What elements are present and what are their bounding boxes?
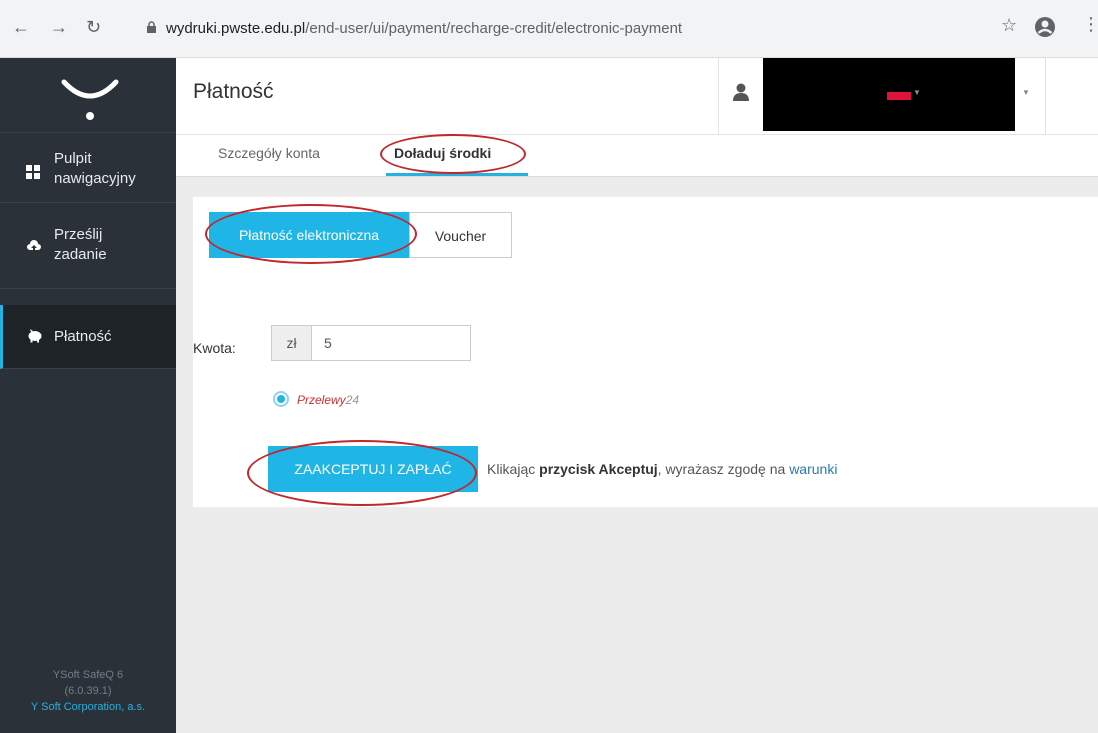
star-icon[interactable]: ☆ (1001, 15, 1017, 36)
user-menu[interactable]: ▼ (718, 58, 1046, 135)
dashboard-icon (26, 165, 40, 179)
user-icon (733, 83, 749, 101)
amount-field-group: zł (271, 325, 471, 361)
accept-and-pay-button[interactable]: ZAAKCEPTUJ I ZAPŁAĆ (268, 446, 478, 492)
reload-icon[interactable]: ↻ (86, 17, 101, 37)
page-title: Płatność (193, 80, 274, 103)
sidebar-footer: YSoft SafeQ 6 (6.0.39.1) Y Soft Corporat… (0, 667, 176, 715)
label-line2: nawigacyjny (54, 170, 136, 187)
currency-addon: zł (272, 326, 312, 360)
url-path: /end-user/ui/payment/recharge-credit/ele… (305, 20, 683, 37)
przelewy24-radio[interactable] (273, 391, 289, 407)
provider-name: Przelewy (297, 393, 346, 407)
label-line1: Prześlij (54, 226, 103, 243)
sidebar-item-label: Pulpit nawigacyjny (54, 149, 136, 189)
tab-top-up[interactable]: Doładuj środki (394, 145, 491, 161)
active-tab-indicator (386, 173, 528, 176)
chevron-down-icon: ▼ (1022, 88, 1030, 97)
terms-text: Klikając przycisk Akceptuj, wyrażasz zgo… (487, 461, 837, 477)
tab-bar: Szczegóły konta Doładuj środki (176, 135, 1098, 177)
payment-method-toggle: Płatność elektroniczna Voucher (209, 212, 512, 258)
product-name: YSoft SafeQ 6 (52, 669, 124, 681)
piggy-bank-icon (28, 329, 42, 343)
amount-input[interactable] (312, 326, 470, 360)
url-host: wydruki.pwste.edu.pl (166, 20, 306, 37)
payment-panel: Płatność elektroniczna Voucher Kwota: zł… (193, 197, 1098, 507)
amount-label: Kwota: (193, 340, 236, 356)
electronic-payment-button[interactable]: Płatność elektroniczna (209, 212, 409, 258)
label-line2: zadanie (54, 246, 107, 263)
terms-prefix: Klikając (487, 461, 540, 477)
upload-cloud-icon (27, 240, 41, 254)
terms-middle: , wyrażasz zgodę na (657, 461, 790, 477)
lock-icon (147, 21, 156, 33)
arrow-left-icon[interactable]: ← (12, 17, 30, 37)
sidebar-item-label: Płatność (54, 328, 112, 345)
sidebar: Pulpit nawigacyjny Prześlij zadanie Płatno… (0, 58, 176, 733)
terms-link[interactable]: warunki (789, 461, 837, 477)
address-bar[interactable]: wydruki.pwste.edu.pl/end-user/ui/payment… (138, 13, 1043, 47)
kebab-menu-icon[interactable]: ⋮ (1082, 14, 1098, 35)
sidebar-item-dashboard[interactable]: Pulpit nawigacyjny (0, 133, 176, 203)
product-version: (6.0.39.1) (64, 685, 112, 697)
tab-account-details[interactable]: Szczegóły konta (218, 145, 320, 161)
przelewy24-logo: Przelewy24 (297, 393, 359, 407)
polish-flag-icon[interactable] (887, 92, 911, 100)
ysoft-logo (61, 79, 119, 120)
company-link[interactable]: Y Soft Corporation, a.s. (0, 699, 176, 715)
browser-toolbar: ← → ↻ wydruki.pwste.edu.pl/end-user/ui/p… (0, 0, 1098, 58)
account-icon[interactable] (1034, 16, 1056, 38)
url-text: wydruki.pwste.edu.pl/end-user/ui/payment… (166, 20, 682, 37)
sidebar-item-upload[interactable]: Prześlij zadanie (0, 203, 176, 289)
chevron-down-icon[interactable]: ▼ (913, 88, 921, 97)
terms-bold: przycisk Akceptuj (539, 461, 658, 477)
label-line1: Pulpit (54, 150, 92, 167)
sidebar-item-payment[interactable]: Płatność (0, 305, 176, 369)
provider-suffix: 24 (345, 393, 360, 407)
main-content: Płatność elektroniczna Voucher Kwota: zł… (176, 177, 1098, 733)
arrow-right-icon[interactable]: → (50, 17, 68, 37)
sidebar-item-label: Prześlij zadanie (54, 225, 107, 265)
page-header: Płatność ▼ ▼ (176, 58, 1098, 135)
logo-area[interactable] (0, 58, 176, 133)
voucher-button[interactable]: Voucher (409, 212, 512, 258)
